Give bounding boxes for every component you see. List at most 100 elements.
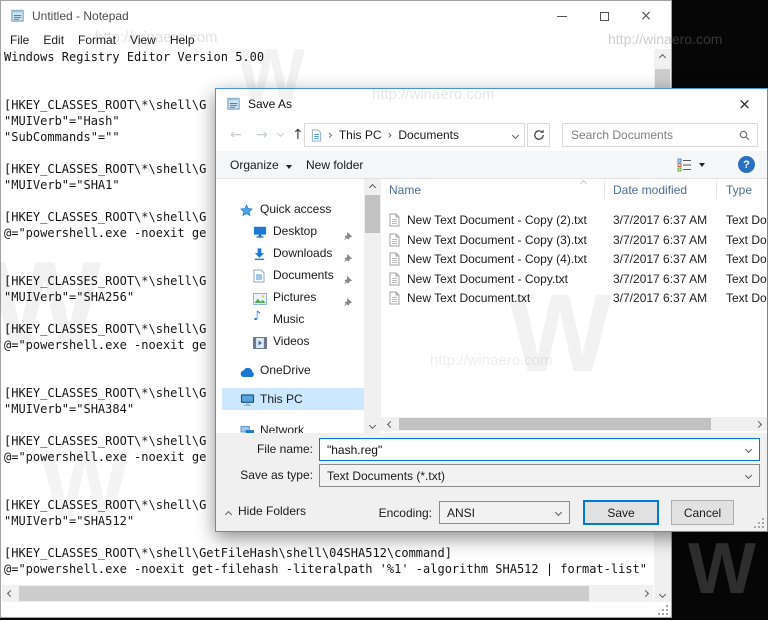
scroll-down-icon[interactable] (654, 586, 671, 602)
sidebar-item-label: Documents (273, 268, 334, 282)
file-list-pane: Name Date modified Type New Text Documen… (381, 179, 767, 433)
notepad-menubar: File Edit Format View Help (3, 32, 202, 49)
sidebar-item-label: Desktop (273, 224, 318, 238)
sidebar-item-this-pc[interactable]: This PC (222, 388, 364, 410)
file-date: 3/7/2017 6:37 AM (613, 252, 708, 266)
dialog-close-button[interactable]: × (722, 89, 767, 119)
file-row[interactable]: New Text Document - Copy.txt 3/7/2017 6:… (381, 270, 767, 290)
column-headers: Name Date modified Type (381, 179, 767, 201)
scrollbar-thumb[interactable] (365, 195, 380, 233)
menu-file[interactable]: File (3, 32, 36, 48)
breadcrumb-documents[interactable]: Documents (398, 128, 459, 142)
sidebar-item-documents[interactable]: Documents (216, 264, 364, 286)
sidebar-item-videos[interactable]: Videos (216, 330, 364, 352)
scrollbar-thumb[interactable] (19, 586, 589, 601)
scroll-up-icon[interactable] (654, 49, 671, 65)
view-mode-button[interactable] (677, 158, 705, 172)
file-date: 3/7/2017 6:37 AM (613, 232, 708, 247)
this-pc-icon (240, 392, 255, 414)
scroll-left-icon[interactable] (2, 585, 18, 602)
network-icon (240, 423, 255, 433)
menu-edit[interactable]: Edit (36, 32, 71, 48)
scroll-down-icon[interactable] (364, 417, 381, 433)
breadcrumb[interactable]: › This PC › Documents (304, 123, 525, 147)
file-type: Text Docu (726, 291, 767, 305)
onedrive-cloud-icon (240, 363, 256, 385)
file-name: New Text Document - Copy.txt (407, 271, 568, 286)
sidebar-item-label: OneDrive (260, 363, 311, 377)
save-as-type-select[interactable]: Text Documents (*.txt) (319, 464, 760, 487)
refresh-button[interactable] (527, 123, 550, 147)
sidebar-item-downloads[interactable]: Downloads (216, 242, 364, 264)
file-date: 3/7/2017 6:37 AM (613, 291, 708, 305)
hide-folders-button[interactable]: Hide Folders (224, 504, 306, 526)
column-header-name[interactable]: Name (389, 183, 421, 197)
file-row[interactable]: New Text Document - Copy (4).txt 3/7/201… (381, 250, 767, 270)
scroll-right-icon[interactable] (751, 417, 765, 431)
column-divider[interactable] (716, 181, 717, 199)
save-as-type-value: Text Documents (*.txt) (327, 469, 446, 483)
scroll-up-icon[interactable] (364, 179, 381, 195)
sidebar-scrollbar[interactable] (364, 179, 381, 433)
maximize-button[interactable] (583, 1, 625, 31)
forward-icon[interactable]: → (256, 127, 268, 143)
scroll-left-icon[interactable] (383, 417, 397, 431)
scroll-right-icon[interactable] (637, 585, 653, 602)
file-row[interactable]: New Text Document.txt 3/7/2017 6:37 AM T… (381, 289, 767, 309)
search-input[interactable] (563, 124, 757, 146)
close-icon: × (738, 95, 751, 113)
notepad-titlebar[interactable]: Untitled - Notepad × (1, 1, 671, 31)
column-header-date-modified[interactable]: Date modified (613, 183, 687, 197)
organize-button[interactable]: Organize (230, 158, 293, 172)
menu-format[interactable]: Format (71, 32, 123, 48)
file-rows: New Text Document - Copy (2).txt 3/7/201… (381, 211, 767, 309)
save-button[interactable]: Save (583, 500, 659, 525)
file-row[interactable]: New Text Document - Copy (3).txt 3/7/201… (381, 231, 767, 251)
resize-grip[interactable] (653, 602, 671, 618)
dialog-title: Save As (248, 97, 293, 111)
dialog-titlebar[interactable]: Save As × (216, 89, 767, 119)
file-name-field[interactable] (319, 438, 760, 461)
dialog-resize-grip[interactable] (751, 515, 767, 531)
file-list-horizontal-scrollbar[interactable] (381, 417, 767, 431)
breadcrumb-this-pc[interactable]: This PC (339, 128, 382, 142)
file-row[interactable]: New Text Document - Copy (2).txt 3/7/201… (381, 211, 767, 231)
save-as-dialog-icon (226, 96, 241, 116)
sidebar-item-label: Quick access (260, 202, 332, 216)
column-divider[interactable] (604, 181, 605, 199)
breadcrumb-sep-icon: › (328, 128, 333, 142)
help-button[interactable]: ? (738, 156, 755, 173)
file-type: Text Docu (726, 232, 767, 247)
up-icon[interactable]: ↑ (292, 127, 304, 143)
file-name: New Text Document.txt (407, 291, 531, 305)
close-button[interactable]: × (625, 1, 667, 31)
maximize-icon (599, 11, 609, 21)
sidebar-item-desktop[interactable]: Desktop (216, 220, 364, 242)
notepad-horizontal-scrollbar[interactable] (2, 585, 653, 602)
watermark: W (688, 529, 756, 609)
scrollbar-thumb[interactable] (399, 418, 711, 430)
file-name-input[interactable] (320, 439, 759, 460)
help-icon: ? (743, 158, 750, 171)
menu-help[interactable]: Help (163, 32, 202, 48)
sidebar-item-quick-access[interactable]: Quick access (216, 198, 364, 220)
sidebar-item-network[interactable]: Network (216, 419, 364, 433)
cancel-button[interactable]: Cancel (671, 500, 734, 525)
minimize-button[interactable] (541, 1, 583, 31)
search-box[interactable] (562, 123, 758, 147)
address-dropdown-icon[interactable] (511, 131, 520, 139)
history-dropdown-icon[interactable] (276, 129, 285, 138)
sidebar-item-onedrive[interactable]: OneDrive (216, 359, 364, 381)
editor-line: Windows Registry Editor Version 5.00 (4, 50, 265, 64)
sidebar-item-pictures[interactable]: Pictures (216, 286, 364, 308)
new-folder-button[interactable]: New folder (306, 158, 363, 172)
encoding-select[interactable]: ANSI (439, 501, 570, 524)
chevron-down-icon (744, 471, 753, 480)
menu-view[interactable]: View (123, 32, 163, 48)
text-file-icon (389, 252, 400, 269)
column-header-type[interactable]: Type (726, 183, 752, 197)
organize-label: Organize (230, 158, 279, 172)
back-icon[interactable]: ← (230, 127, 242, 143)
sidebar-item-music[interactable]: ♪ Music (216, 308, 364, 330)
